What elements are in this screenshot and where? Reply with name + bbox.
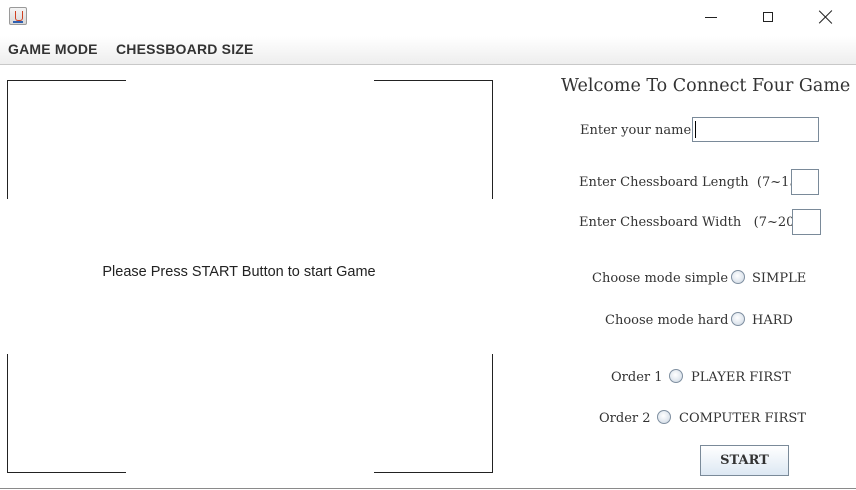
- simple-option-label[interactable]: SIMPLE: [752, 271, 806, 286]
- player-first-radio[interactable]: [669, 369, 683, 383]
- player-first-option-label[interactable]: PLAYER FIRST: [691, 370, 791, 385]
- menu-bar: GAME MODE CHESSBOARD SIZE: [0, 36, 856, 65]
- title-bar: [0, 0, 856, 36]
- board-message: Please Press START Button to start Game: [102, 264, 376, 280]
- name-label: Enter your name: [580, 123, 692, 138]
- width-input[interactable]: [792, 209, 821, 235]
- welcome-title: Welcome To Connect Four Game: [561, 76, 851, 96]
- board-corner-bottom-right: [374, 354, 493, 473]
- order2-label: Order 2: [599, 411, 651, 426]
- close-icon: [819, 10, 833, 24]
- java-app-icon: [9, 7, 27, 25]
- maximize-icon: [763, 12, 773, 22]
- window-bottom-divider: [0, 488, 856, 489]
- order1-label: Order 1: [611, 370, 663, 385]
- close-button[interactable]: [803, 0, 849, 34]
- board-corner-top-left: [7, 80, 126, 199]
- text-caret: [695, 121, 696, 138]
- minimize-icon: [705, 16, 717, 18]
- hard-mode-label: Choose mode hard: [605, 313, 729, 328]
- menu-chessboard-size[interactable]: CHESSBOARD SIZE: [116, 41, 254, 57]
- simple-mode-radio[interactable]: [731, 270, 745, 284]
- width-label: Enter Chessboard Width (7~20): [579, 215, 800, 230]
- length-label: Enter Chessboard Length (7~15): [579, 175, 803, 190]
- board-corner-bottom-left: [7, 354, 126, 473]
- menu-game-mode[interactable]: GAME MODE: [8, 41, 98, 57]
- simple-mode-label: Choose mode simple: [592, 271, 729, 286]
- maximize-button[interactable]: [745, 0, 791, 34]
- minimize-button[interactable]: [688, 0, 734, 34]
- game-board: Please Press START Button to start Game: [7, 80, 493, 473]
- hard-option-label[interactable]: HARD: [752, 313, 793, 328]
- board-corner-top-right: [374, 80, 493, 199]
- name-input[interactable]: [692, 117, 819, 142]
- computer-first-radio[interactable]: [657, 410, 671, 424]
- length-input[interactable]: [791, 169, 819, 195]
- computer-first-option-label[interactable]: COMPUTER FIRST: [679, 411, 806, 426]
- hard-mode-radio[interactable]: [731, 312, 745, 326]
- start-button[interactable]: START: [700, 445, 789, 476]
